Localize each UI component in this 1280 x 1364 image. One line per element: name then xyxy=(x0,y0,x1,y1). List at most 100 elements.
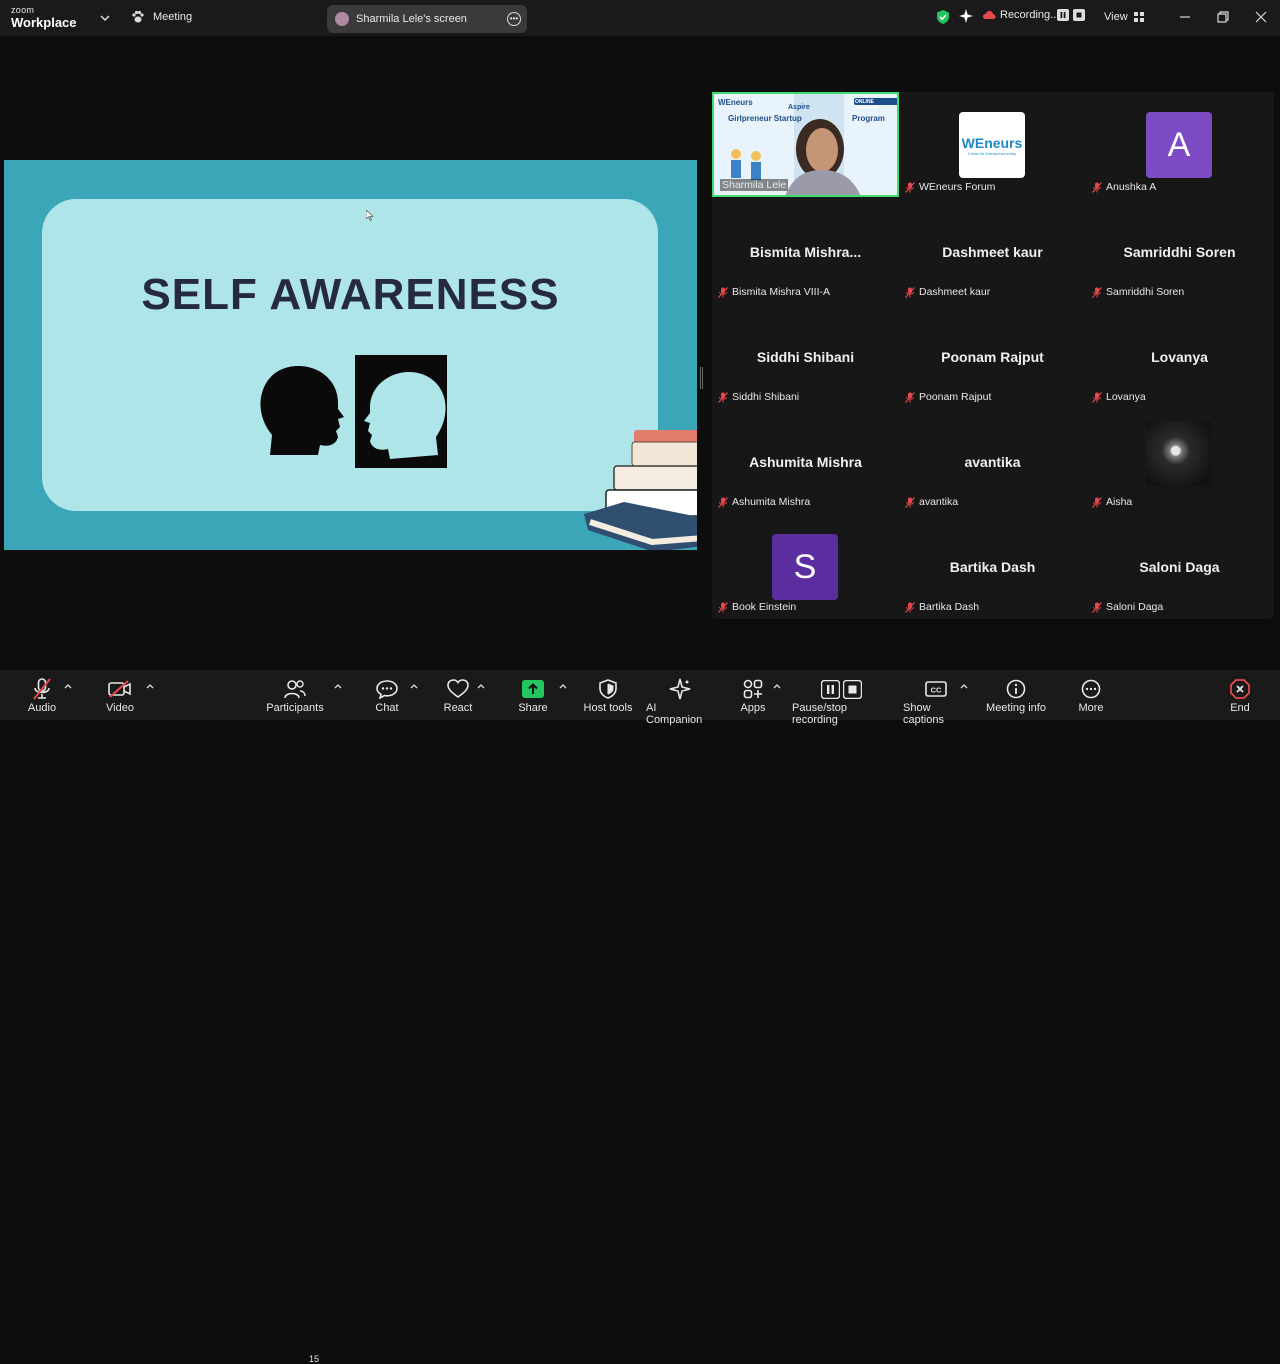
participant-tile[interactable]: avantika avantika xyxy=(899,407,1086,512)
participant-name-label: Siddhi Shibani xyxy=(718,391,799,403)
more-options-icon[interactable]: ••• xyxy=(507,12,521,26)
participant-name-label: Bismita Mishra VIII-A xyxy=(718,286,830,298)
app-brand[interactable]: zoom Workplace xyxy=(11,5,77,30)
participant-tile[interactable]: Bartika Dash Bartika Dash xyxy=(899,512,1086,617)
participant-profile-photo xyxy=(1146,421,1212,487)
chevron-up-icon[interactable] xyxy=(410,682,418,690)
participant-tile[interactable]: Ashumita Mishra Ashumita Mishra xyxy=(712,407,899,512)
participant-tile[interactable]: A Anushka A xyxy=(1086,92,1273,197)
participants-count-badge: 15 xyxy=(309,1354,320,1364)
books-illustration xyxy=(584,430,697,550)
microphone-muted-icon xyxy=(718,391,728,403)
restore-icon[interactable] xyxy=(1216,10,1230,24)
svg-text:CC: CC xyxy=(931,686,942,695)
participant-tile[interactable]: S Book Einstein xyxy=(712,512,899,617)
mouse-pointer-icon xyxy=(366,210,374,221)
video-label: Video xyxy=(106,702,134,714)
participant-tile[interactable]: Bismita Mishra... Bismita Mishra VIII-A xyxy=(712,197,899,302)
stop-recording-icon[interactable] xyxy=(1073,9,1085,21)
participant-tile[interactable]: Siddhi Shibani Siddhi Shibani xyxy=(712,302,899,407)
slide-title: SELF AWARENESS xyxy=(141,270,560,319)
chevron-up-icon[interactable] xyxy=(477,682,485,690)
ai-companion-button[interactable]: AI Companion xyxy=(646,678,714,726)
participant-tile[interactable]: Aisha xyxy=(1086,407,1273,512)
brand-big-text: Workplace xyxy=(11,15,77,30)
speaker-banner-line1: Aspire xyxy=(788,104,810,111)
microphone-muted-icon xyxy=(1092,286,1102,298)
participant-display-name: avantika xyxy=(964,454,1021,470)
show-captions-label: Show captions xyxy=(903,702,944,726)
participant-name: Bismita Mishra VIII-A xyxy=(732,286,831,298)
microphone-muted-icon xyxy=(1092,181,1102,193)
participant-tile[interactable]: Lovanya Lovanya xyxy=(1086,302,1273,407)
chevron-up-icon[interactable] xyxy=(773,682,781,690)
participant-name-label: WEneurs Forum xyxy=(905,181,995,193)
shield-icon xyxy=(599,679,617,699)
more-icon xyxy=(1081,679,1101,699)
close-icon[interactable] xyxy=(1254,10,1268,24)
split-view-resize-handle[interactable] xyxy=(700,367,703,389)
microphone-muted-icon xyxy=(905,601,915,613)
participant-name-label: Dashmeet kaur xyxy=(905,286,990,298)
participant-avatar: S xyxy=(772,534,838,600)
end-meeting-button[interactable]: End xyxy=(1227,678,1253,714)
chevron-up-icon[interactable] xyxy=(334,682,342,690)
participant-tile[interactable]: WEneurs Credo for Entrepreneurship WEneu… xyxy=(899,92,1086,197)
view-label: View xyxy=(1104,11,1128,23)
microphone-muted-icon xyxy=(718,601,728,613)
more-button[interactable]: More xyxy=(1077,678,1105,714)
participant-display-name: Samriddhi Soren xyxy=(1123,244,1236,260)
more-label: More xyxy=(1078,702,1104,714)
participant-tile[interactable]: Poonam Rajput Poonam Rajput xyxy=(899,302,1086,407)
chevron-up-icon[interactable] xyxy=(64,682,72,690)
brand-small-text: zoom xyxy=(11,5,35,15)
participant-tile[interactable]: Samriddhi Soren Samriddhi Soren xyxy=(1086,197,1273,302)
participant-name: avantika xyxy=(919,496,959,508)
stop-recording-icon xyxy=(842,679,862,699)
participant-tile[interactable]: WEneurs ONLINE SESSION Aspire Girlpreneu… xyxy=(712,92,899,197)
grid-view-icon xyxy=(1133,12,1144,22)
pause-stop-recording-button[interactable]: Pause/stop recording xyxy=(792,678,890,726)
chevron-up-icon[interactable] xyxy=(960,682,968,690)
react-button[interactable]: React xyxy=(443,678,473,714)
pause-recording-icon[interactable] xyxy=(1057,9,1069,21)
participant-name: Ashumita Mishra xyxy=(732,496,811,508)
view-button[interactable]: View xyxy=(1104,11,1144,23)
shield-check-icon[interactable] xyxy=(936,9,950,25)
apps-button[interactable]: Apps xyxy=(740,678,766,714)
participant-name-label: Lovanya xyxy=(1092,391,1146,403)
video-camera-off-icon xyxy=(108,680,131,698)
shared-screen-tab[interactable]: Sharmila Lele's screen ••• xyxy=(327,5,527,33)
meeting-info-button[interactable]: Meeting info xyxy=(986,678,1046,714)
participant-name: WEneurs Forum xyxy=(919,181,996,193)
pause-stop-recording-label: Pause/stop recording xyxy=(792,702,848,726)
participants-button[interactable]: Participants xyxy=(264,678,326,714)
participant-name-label: Sharmila Lele xyxy=(720,179,789,191)
ai-sparkle-icon[interactable] xyxy=(959,9,973,23)
meeting-tab[interactable]: Meeting xyxy=(131,10,192,24)
chat-icon xyxy=(376,680,398,699)
microphone-muted-icon xyxy=(905,391,915,403)
chat-button[interactable]: Chat xyxy=(374,678,400,714)
participant-name-label: Book Einstein xyxy=(718,601,796,613)
video-button[interactable]: Video xyxy=(103,678,137,714)
chevron-down-icon[interactable] xyxy=(99,12,111,24)
participants-icon xyxy=(284,680,306,699)
participant-tile[interactable]: Saloni Daga Saloni Daga xyxy=(1086,512,1273,617)
chevron-up-icon[interactable] xyxy=(146,682,154,690)
audio-button[interactable]: Audio xyxy=(24,678,60,714)
head-silhouettes-illustration xyxy=(260,355,447,468)
participant-gallery: WEneurs ONLINE SESSION Aspire Girlpreneu… xyxy=(712,92,1274,619)
participants-label: Participants xyxy=(266,702,324,714)
chevron-up-icon[interactable] xyxy=(559,682,567,690)
participant-name: Anushka A xyxy=(1106,181,1157,193)
participant-name-label: Poonam Rajput xyxy=(905,391,991,403)
host-tools-button[interactable]: Host tools xyxy=(583,678,633,714)
participant-tile[interactable]: Dashmeet kaur Dashmeet kaur xyxy=(899,197,1086,302)
participant-display-name: Dashmeet kaur xyxy=(942,244,1043,260)
share-button[interactable]: Share xyxy=(518,678,548,714)
participant-name-label: avantika xyxy=(905,496,958,508)
minimize-icon[interactable] xyxy=(1178,10,1192,24)
weneurs-logo-text: WEneurs xyxy=(961,134,1023,151)
shared-screen-content[interactable]: SELF AWARENESS xyxy=(4,160,697,550)
